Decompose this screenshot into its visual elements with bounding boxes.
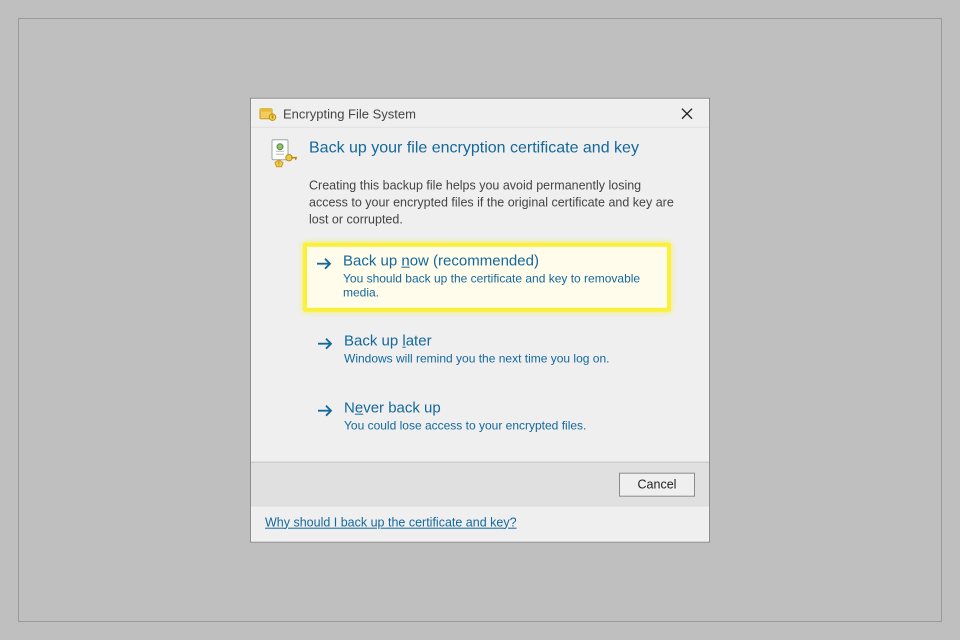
certificate-key-icon: !	[269, 138, 299, 168]
option-texts: Never back up You could lose access to y…	[344, 399, 658, 432]
arrow-right-icon	[315, 254, 333, 272]
option-texts: Back up now (recommended) You should bac…	[343, 252, 659, 299]
cancel-button[interactable]: Cancel	[619, 472, 695, 496]
arrow-right-icon	[316, 401, 334, 419]
help-link[interactable]: Why should I back up the certificate and…	[265, 515, 517, 529]
outer-frame: Encrypting File System	[18, 18, 942, 622]
options-list: Back up now (recommended) You should bac…	[303, 242, 671, 445]
option-never-backup[interactable]: Never back up You could lose access to y…	[303, 388, 671, 445]
option-texts: Back up later Windows will remind you th…	[344, 332, 658, 365]
arrow-right-icon	[316, 334, 334, 352]
titlebar: Encrypting File System	[251, 99, 709, 128]
option-subtitle: You could lose access to your encrypted …	[344, 418, 658, 432]
option-backup-now[interactable]: Back up now (recommended) You should bac…	[303, 242, 671, 311]
option-title: Back up now (recommended)	[343, 252, 659, 269]
efs-titlebar-icon	[259, 105, 277, 123]
option-title: Never back up	[344, 399, 658, 416]
close-icon	[681, 108, 693, 120]
option-subtitle: Windows will remind you the next time yo…	[344, 351, 658, 365]
option-subtitle: You should back up the certificate and k…	[343, 271, 659, 299]
option-title: Back up later	[344, 332, 658, 349]
dialog-description: Creating this backup file helps you avoi…	[309, 178, 679, 229]
dialog-title: Encrypting File System	[283, 106, 673, 121]
help-link-row: Why should I back up the certificate and…	[251, 506, 709, 541]
dialog-body: ! Back up your file encryption certifica…	[251, 128, 709, 462]
option-backup-later[interactable]: Back up later Windows will remind you th…	[303, 321, 671, 378]
dialog-footer: Cancel	[251, 461, 709, 506]
dialog-heading: Back up your file encryption certificate…	[309, 138, 639, 158]
header-row: ! Back up your file encryption certifica…	[269, 138, 679, 168]
close-button[interactable]	[673, 105, 701, 123]
efs-backup-dialog: Encrypting File System	[250, 98, 710, 543]
